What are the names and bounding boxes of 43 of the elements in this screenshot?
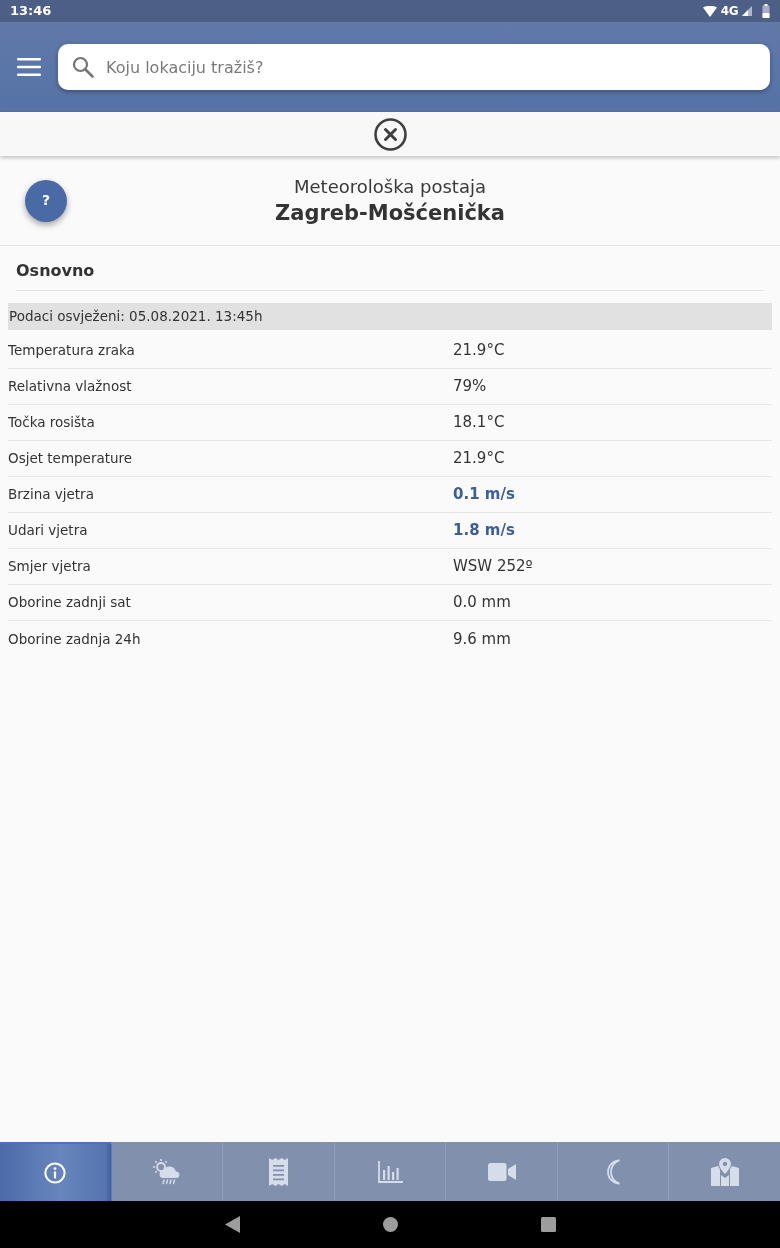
row-value: 21.9°C xyxy=(453,340,505,362)
row-label: Oborine zadnja 24h xyxy=(8,629,141,649)
row-value: 18.1°C xyxy=(453,412,505,434)
info-icon xyxy=(44,1161,67,1184)
station-subtitle: Meteorološka postaja xyxy=(294,174,486,199)
station-name: Zagreb-Mošćenička xyxy=(275,199,505,227)
row-value: 9.6 mm xyxy=(453,628,511,650)
section-heading: Osnovno xyxy=(16,261,95,281)
search-icon xyxy=(72,56,94,78)
row-label: Točka rosišta xyxy=(8,413,95,433)
row-value: 0.0 mm xyxy=(453,592,511,614)
network-type: 4G xyxy=(720,4,738,18)
row-value: 79% xyxy=(453,376,487,398)
document-icon xyxy=(268,1157,288,1186)
signal-icon xyxy=(742,6,752,16)
row-value: 1.8 m/s xyxy=(453,520,515,542)
row-label: Oborine zadnji sat xyxy=(8,593,131,613)
battery-icon xyxy=(762,4,770,18)
row-label: Udari vjetra xyxy=(8,521,88,541)
row-label: Temperatura zraka xyxy=(8,341,135,361)
help-button[interactable]: ? xyxy=(25,179,67,222)
menu-icon[interactable] xyxy=(17,58,41,76)
row-label: Relativna vlažnost xyxy=(8,377,132,397)
wifi-icon xyxy=(702,5,717,17)
back-icon[interactable] xyxy=(223,1216,241,1233)
bar-chart-icon xyxy=(377,1160,403,1183)
update-time-bar: Podaci osvježeni: 05.08.2021. 13:45h xyxy=(8,303,772,330)
row-value: WSW 252º xyxy=(453,556,533,578)
home-icon[interactable] xyxy=(381,1216,399,1233)
crescent-moon-icon xyxy=(604,1158,622,1185)
row-label: Osjet temperature xyxy=(8,449,133,469)
row-label: Smjer vjetra xyxy=(8,557,91,577)
row-value: 21.9°C xyxy=(453,448,505,470)
sun-cloud-rain-icon xyxy=(152,1158,181,1185)
recents-icon[interactable] xyxy=(539,1216,557,1233)
info-tab[interactable] xyxy=(0,1142,112,1201)
close-icon[interactable] xyxy=(373,117,407,151)
map-pin-icon xyxy=(710,1157,739,1186)
status-time: 13:46 xyxy=(10,3,52,19)
row-value: 0.1 m/s xyxy=(453,484,515,506)
search-field[interactable]: Koju lokaciju tražiš? xyxy=(58,44,770,90)
video-camera-icon xyxy=(487,1162,516,1181)
row-label: Brzina vjetra xyxy=(8,485,94,505)
